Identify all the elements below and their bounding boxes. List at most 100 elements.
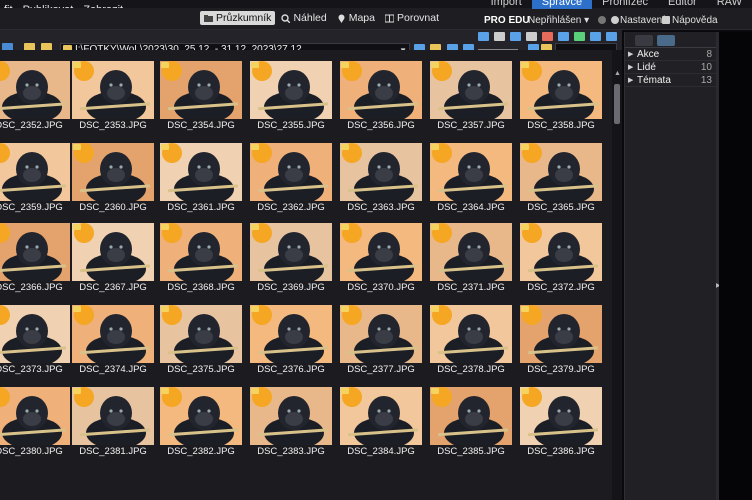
category-akce[interactable]: ▶ Akce 8 xyxy=(625,48,716,61)
thumbnail-item[interactable]: DSC_2371.JPG xyxy=(428,220,514,300)
mode-tab-viewer[interactable]: Prohlížeč xyxy=(592,0,658,9)
folder-badge-icon xyxy=(521,224,529,230)
info-tab-icon[interactable] xyxy=(635,35,653,46)
thumbnail-item[interactable]: DSC_2357.JPG xyxy=(428,58,514,138)
thumbnail-item[interactable]: DSC_2359.JPG xyxy=(0,140,72,220)
expand-icon[interactable]: ▶ xyxy=(628,48,633,61)
thumbnail-item[interactable]: DSC_2386.JPG xyxy=(518,384,604,464)
expand-icon[interactable]: ▶ xyxy=(628,74,633,87)
keywords-tab-icon[interactable] xyxy=(657,35,675,46)
thumbnail-item[interactable]: DSC_2355.JPG xyxy=(248,58,334,138)
thumbnail-item[interactable]: DSC_2366.JPG xyxy=(0,220,72,300)
tool-icon-4[interactable] xyxy=(526,32,537,41)
thumbnail-image xyxy=(250,61,332,119)
thumbnail-item[interactable]: DSC_2364.JPG xyxy=(428,140,514,220)
settings-icon[interactable] xyxy=(611,16,619,24)
thumbnail-filename: DSC_2354.JPG xyxy=(167,120,235,131)
tool-icon-8[interactable] xyxy=(590,32,601,41)
thumbnail-item[interactable]: DSC_2367.JPG xyxy=(70,220,156,300)
thumbnail-filename: DSC_2385.JPG xyxy=(437,446,505,457)
scroll-up-icon[interactable]: ▲ xyxy=(614,70,621,77)
folder-badge-icon xyxy=(521,306,529,312)
tool-icon-2[interactable] xyxy=(494,32,505,41)
thumbnail-filename: DSC_2364.JPG xyxy=(437,202,505,213)
thumbnail-item[interactable]: DSC_2362.JPG xyxy=(248,140,334,220)
thumbnail-item[interactable]: DSC_2368.JPG xyxy=(158,220,244,300)
thumbnail-item[interactable]: DSC_2369.JPG xyxy=(248,220,334,300)
category-count: 13 xyxy=(700,75,712,86)
category-label: Lidé xyxy=(637,62,656,73)
folder-badge-icon xyxy=(251,388,259,394)
thumbnail-item[interactable]: DSC_2382.JPG xyxy=(158,384,244,464)
thumbnail-item[interactable]: DSC_2358.JPG xyxy=(518,58,604,138)
thumbnail-filename: DSC_2378.JPG xyxy=(437,364,505,375)
thumbnail-image xyxy=(250,223,332,281)
thumbnail-item[interactable]: DSC_2377.JPG xyxy=(338,302,424,382)
thumbnail-item[interactable]: DSC_2354.JPG xyxy=(158,58,244,138)
folder-badge-icon xyxy=(341,306,349,312)
thumbnail-item[interactable]: DSC_2363.JPG xyxy=(338,140,424,220)
thumbnail-filename: DSC_2377.JPG xyxy=(347,364,415,375)
folder-badge-icon xyxy=(341,388,349,394)
thumbnail-item[interactable]: DSC_2360.JPG xyxy=(70,140,156,220)
thumbnail-item[interactable]: DSC_2380.JPG xyxy=(0,384,72,464)
mode-tab-raw[interactable]: RAW xyxy=(707,0,752,9)
tool-icon-9[interactable] xyxy=(606,32,617,41)
mode-tab-manager[interactable]: Správce xyxy=(531,0,593,9)
tool-icon-1[interactable] xyxy=(478,32,489,41)
folder-badge-icon xyxy=(521,144,529,150)
thumbnail-item[interactable]: DSC_2385.JPG xyxy=(428,384,514,464)
settings-link[interactable]: Nastavení xyxy=(620,15,665,26)
right-panel: ▶ Akce 8 ▶ Lidé 10 ▶ Témata 13 xyxy=(624,32,716,500)
login-status[interactable]: Nepřihlášen ▾ xyxy=(528,15,589,26)
tab-preview[interactable]: Náhled xyxy=(277,11,330,25)
folder-badge-icon xyxy=(251,306,259,312)
map-pin-icon xyxy=(337,14,346,23)
expand-icon[interactable]: ▶ xyxy=(628,61,633,74)
thumbnail-item[interactable]: DSC_2365.JPG xyxy=(518,140,604,220)
tab-preview-label: Náhled xyxy=(293,12,327,24)
thumbnail-filename: DSC_2381.JPG xyxy=(79,446,147,457)
thumbnail-item[interactable]: DSC_2353.JPG xyxy=(70,58,156,138)
thumbnail-item[interactable]: DSC_2372.JPG xyxy=(518,220,604,300)
thumbnail-item[interactable]: DSC_2352.JPG xyxy=(0,58,72,138)
category-temata[interactable]: ▶ Témata 13 xyxy=(625,74,716,87)
thumbnail-item[interactable]: DSC_2361.JPG xyxy=(158,140,244,220)
thumbnail-filename: DSC_2380.JPG xyxy=(0,446,63,457)
tool-icon-7[interactable] xyxy=(574,32,585,41)
thumbnail-filename: DSC_2361.JPG xyxy=(167,202,235,213)
cart-icon[interactable] xyxy=(598,16,606,24)
scrollbar-thumb[interactable] xyxy=(614,84,620,124)
help-icon[interactable] xyxy=(662,16,670,24)
thumbnail-filename: DSC_2368.JPG xyxy=(167,282,235,293)
grid-scrollbar[interactable]: ▲ xyxy=(612,50,622,500)
category-lide[interactable]: ▶ Lidé 10 xyxy=(625,61,716,74)
tool-icon-3[interactable] xyxy=(510,32,521,41)
help-link[interactable]: Nápověda xyxy=(672,15,718,26)
tab-map-label: Mapa xyxy=(348,12,375,24)
tab-map[interactable]: Mapa xyxy=(333,11,379,25)
thumbnail-item[interactable]: DSC_2381.JPG xyxy=(70,384,156,464)
thumbnail-item[interactable]: DSC_2376.JPG xyxy=(248,302,334,382)
thumbnail-item[interactable]: DSC_2375.JPG xyxy=(158,302,244,382)
thumbnail-item[interactable]: DSC_2356.JPG xyxy=(338,58,424,138)
tool-icon-5[interactable] xyxy=(542,32,553,41)
mode-tab-import[interactable]: Import xyxy=(481,0,532,9)
thumbnail-item[interactable]: DSC_2383.JPG xyxy=(248,384,334,464)
tab-explorer[interactable]: Průzkumník xyxy=(200,11,276,25)
compare-icon xyxy=(384,14,395,23)
thumbnail-filename: DSC_2358.JPG xyxy=(527,120,595,131)
thumbnail-item[interactable]: DSC_2379.JPG xyxy=(518,302,604,382)
thumbnail-image xyxy=(0,143,70,201)
thumbnail-filename: DSC_2370.JPG xyxy=(347,282,415,293)
thumbnail-item[interactable]: DSC_2378.JPG xyxy=(428,302,514,382)
thumbnail-item[interactable]: DSC_2384.JPG xyxy=(338,384,424,464)
thumbnail-item[interactable]: DSC_2373.JPG xyxy=(0,302,72,382)
tab-compare[interactable]: Porovnat xyxy=(381,11,443,25)
thumbnail-item[interactable]: DSC_2370.JPG xyxy=(338,220,424,300)
thumbnail-filename: DSC_2384.JPG xyxy=(347,446,415,457)
tool-icon-6[interactable] xyxy=(558,32,569,41)
thumbnail-item[interactable]: DSC_2374.JPG xyxy=(70,302,156,382)
mode-tab-editor[interactable]: Editor xyxy=(658,0,707,9)
thumbnail-image xyxy=(160,387,242,445)
